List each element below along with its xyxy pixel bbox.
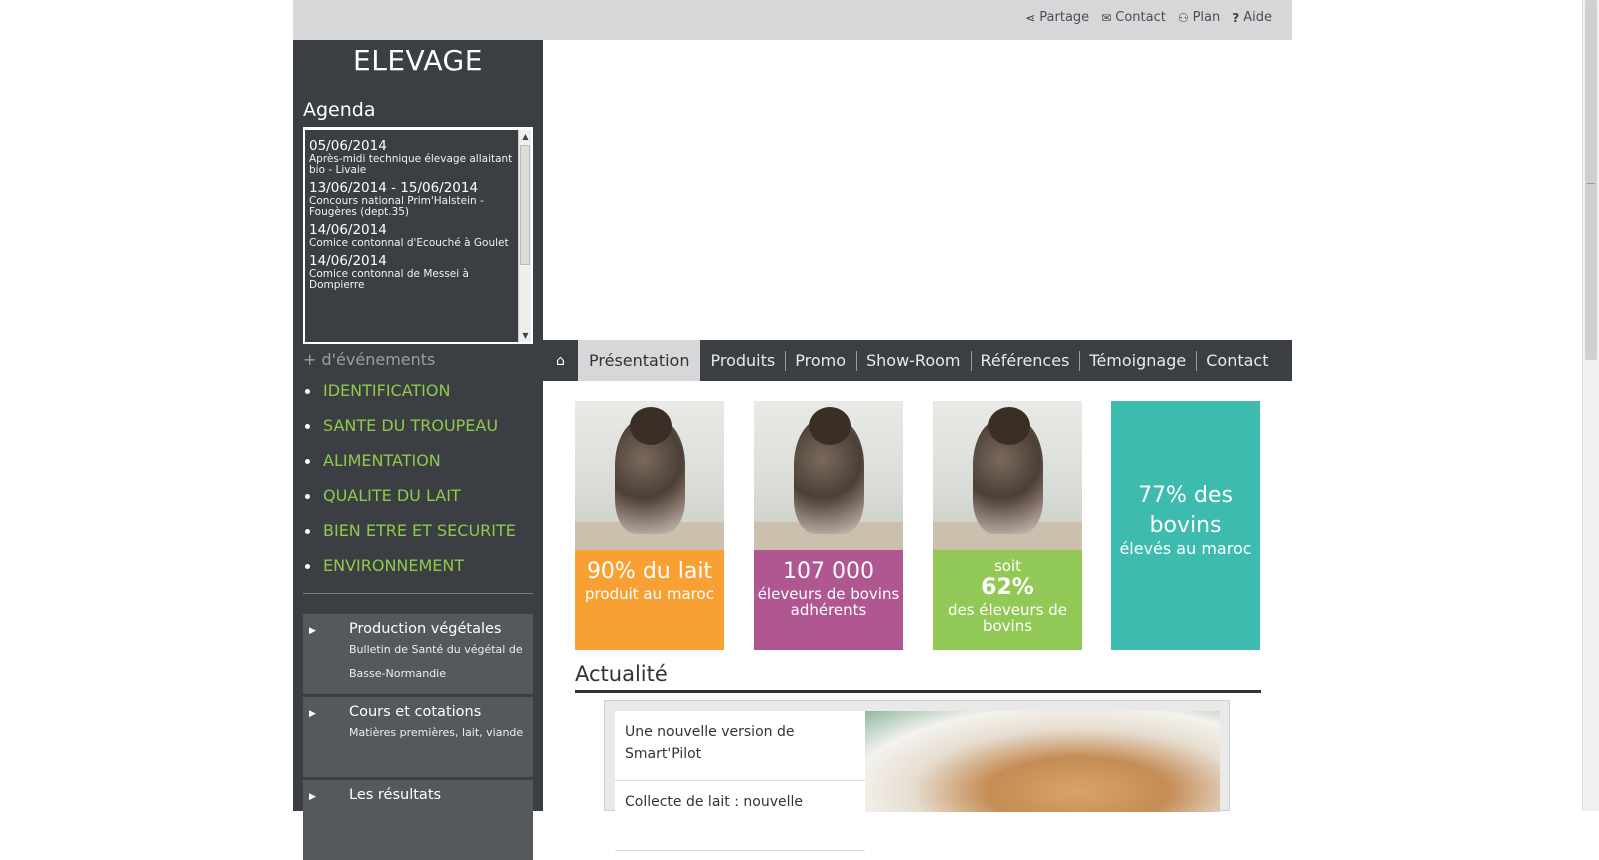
category-identification[interactable]: IDENTIFICATION [293, 375, 543, 410]
category-alimentation[interactable]: ALIMENTATION [293, 445, 543, 480]
tile-text: produit au maroc [585, 585, 714, 603]
agenda-item[interactable]: 14/06/2014 Comice contonnal de Messei à … [309, 253, 513, 291]
agenda-date: 05/06/2014 [309, 138, 387, 154]
tile-prefix: soit [993, 557, 1022, 575]
page-scrollbar[interactable] [1582, 0, 1599, 811]
plan-link[interactable]: ⚇ Plan [1178, 10, 1220, 25]
agenda-title: Agenda [303, 99, 376, 121]
agenda-description: Après-midi technique élevage allaitant b… [309, 153, 513, 176]
stat-tile-pourcentage[interactable]: soit 62% des éleveurs de bovins [933, 401, 1082, 650]
production-vegetales-box[interactable]: ▶ Production végétales Bulletin de Santé… [303, 614, 533, 694]
tile-figure: 107 000 [783, 559, 874, 584]
home-icon[interactable]: ⌂ [543, 340, 578, 381]
top-utility-bar: ⋖ Partage ✉ Contact ⚇ Plan ? Aide [293, 0, 1292, 40]
nav-show-room[interactable]: Show-Room [855, 340, 971, 381]
mail-icon: ✉ [1101, 10, 1112, 25]
tile-figure: 77% des bovins [1138, 483, 1233, 538]
agenda-item[interactable]: 14/06/2014 Comice contonnal d'Ecouché à … [309, 222, 513, 249]
agenda-list: 05/06/2014 Après-midi technique élevage … [305, 130, 531, 291]
share-icon: ⋖ [1025, 10, 1036, 25]
category-qualite-lait[interactable]: QUALITE DU LAIT [293, 480, 543, 515]
news-item[interactable]: Une nouvelle version de Smart'Pilot [615, 711, 865, 781]
help-label: Aide [1243, 10, 1272, 25]
nav-temoignage[interactable]: Témoignage [1079, 340, 1196, 381]
tile-figure: 62% [981, 575, 1034, 600]
scroll-up-icon[interactable]: ▲ [519, 130, 531, 143]
sitemap-icon: ⚇ [1177, 10, 1189, 25]
tile-figure: 90% du lait [586, 559, 713, 584]
help-link[interactable]: ? Aide [1232, 10, 1272, 25]
help-icon: ? [1232, 10, 1240, 25]
sidebar-divider [303, 593, 533, 594]
nav-promo[interactable]: Promo [785, 340, 856, 381]
tile-caption: 107 000 éleveurs de bovins adhérents [754, 550, 903, 650]
nav-references[interactable]: Références [970, 340, 1080, 381]
category-list: IDENTIFICATION SANTE DU TROUPEAU ALIMENT… [293, 375, 543, 585]
category-bien-etre[interactable]: BIEN ETRE ET SECURITE [293, 515, 543, 550]
stat-tile-eleveurs[interactable]: 107 000 éleveurs de bovins adhérents [754, 401, 903, 650]
news-item[interactable]: Collecte de lait : nouvelle [615, 781, 865, 851]
tile-caption: soit 62% des éleveurs de bovins [933, 550, 1082, 650]
actualite-divider [575, 690, 1261, 693]
utility-links: ⋖ Partage ✉ Contact ⚇ Plan ? Aide [1025, 10, 1272, 25]
nav-presentation[interactable]: Présentation [578, 340, 701, 381]
page-scroll-thumb[interactable] [1585, 0, 1597, 360]
resultats-box[interactable]: ▶ Les résultats [303, 780, 533, 860]
agenda-date: 14/06/2014 [309, 222, 387, 238]
caret-right-icon: ▶ [309, 709, 316, 719]
actualite-title: Actualité [575, 662, 668, 686]
actualite-carousel: Une nouvelle version de Smart'Pilot Coll… [604, 700, 1230, 851]
category-environnement[interactable]: ENVIRONNEMENT [293, 550, 543, 585]
box-subtitle: Matières premières, lait, viande [349, 726, 524, 739]
agenda-item[interactable]: 05/06/2014 Après-midi technique élevage … [309, 138, 513, 176]
nav-produits[interactable]: Produits [700, 340, 785, 381]
tile-photo [754, 401, 903, 550]
agenda-scrollbar[interactable]: ▲ ▼ [518, 130, 531, 342]
box-title: Les résultats [349, 787, 442, 803]
scroll-grip [1587, 183, 1595, 184]
tile-text: élevés au maroc [1119, 539, 1252, 558]
agenda-description: Comice contonnal de Messei à Dompierre [309, 268, 469, 291]
box-subtitle: Bulletin de Santé du végétal de Basse-No… [349, 643, 523, 680]
agenda-description: Comice contonnal d'Ecouché à Goulet [309, 237, 509, 249]
tile-caption: 90% du lait produit au maroc [575, 550, 724, 650]
banner-area [543, 40, 1292, 340]
share-link[interactable]: ⋖ Partage [1025, 10, 1089, 25]
cours-cotations-box[interactable]: ▶ Cours et cotations Matières premières,… [303, 697, 533, 777]
nav-contact[interactable]: Contact [1196, 340, 1278, 381]
contact-link[interactable]: ✉ Contact [1101, 10, 1166, 25]
tile-text: éleveurs de bovins adhérents [757, 585, 900, 619]
scroll-down-icon[interactable]: ▼ [519, 329, 531, 342]
agenda-item[interactable]: 13/06/2014 - 15/06/2014 Concours nationa… [309, 180, 513, 218]
main-nav: ⌂ Présentation Produits Promo Show-Room … [543, 340, 1292, 381]
agenda-description: Concours national Prim'Halstein - Fougèr… [309, 195, 484, 218]
more-events-link[interactable]: + d'événements [303, 350, 543, 369]
agenda-date: 13/06/2014 - 15/06/2014 [309, 180, 479, 196]
stat-tile-lait[interactable]: 90% du lait produit au maroc [575, 401, 724, 650]
scroll-thumb[interactable] [520, 145, 530, 265]
agenda-list-box: 05/06/2014 Après-midi technique élevage … [303, 130, 533, 344]
caret-right-icon: ▶ [309, 626, 316, 636]
tile-text: des éleveurs de bovins [947, 601, 1068, 635]
news-image[interactable] [865, 711, 1220, 812]
agenda-date: 14/06/2014 [309, 253, 387, 269]
box-title: Cours et cotations [349, 704, 482, 720]
site-title: ELEVAGE [353, 44, 483, 77]
stat-tile-bovins[interactable]: 77% des bovins élevés au maroc [1111, 401, 1260, 650]
caret-right-icon: ▶ [309, 792, 316, 802]
plan-label: Plan [1192, 10, 1221, 25]
tile-photo [575, 401, 724, 550]
sidebar: ELEVAGE Agenda 05/06/2014 Après-midi tec… [293, 40, 543, 860]
tile-photo [933, 401, 1082, 550]
share-label: Partage [1039, 10, 1090, 25]
contact-label: Contact [1115, 10, 1166, 25]
box-title: Production végétales [349, 621, 502, 637]
actualite-list: Une nouvelle version de Smart'Pilot Coll… [615, 711, 865, 851]
category-sante-troupeau[interactable]: SANTE DU TROUPEAU [293, 410, 543, 445]
